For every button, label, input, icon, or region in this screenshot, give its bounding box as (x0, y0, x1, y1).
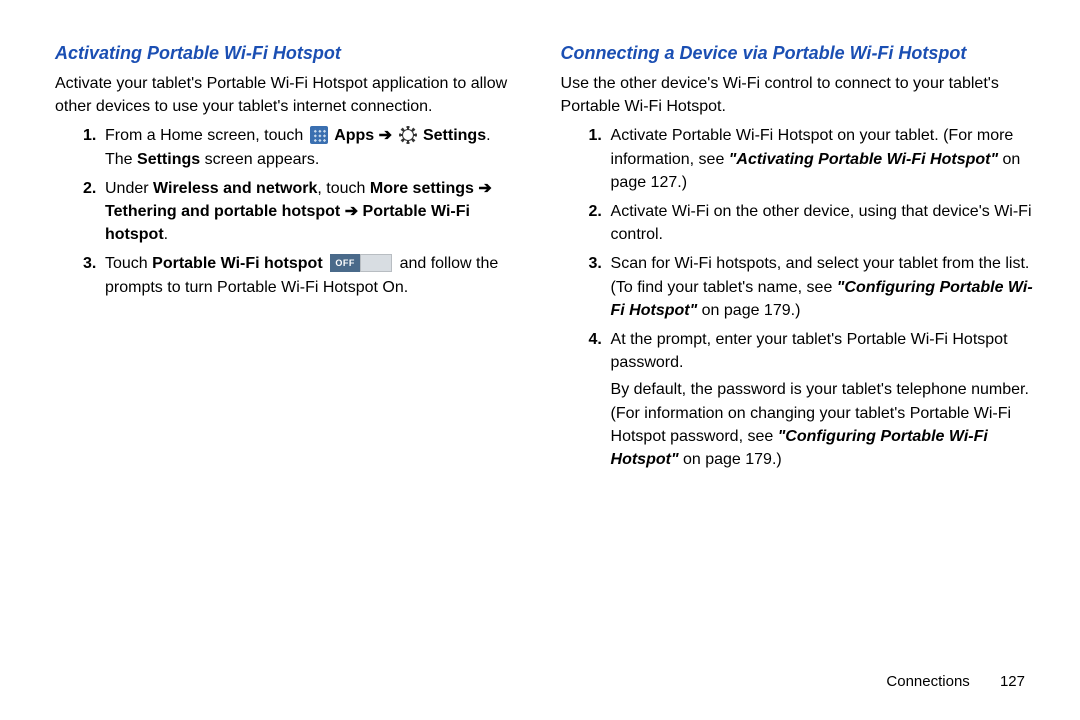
page-footer: Connections 127 (886, 673, 1025, 690)
arrow-icon: ➔ (379, 127, 397, 144)
off-toggle-icon: OFF (330, 254, 392, 272)
step-text: At the prompt, enter your tablet's Porta… (611, 328, 1040, 471)
step-subtext: By default, the password is your tablet'… (611, 378, 1040, 471)
step-text: Activate Portable Wi-Fi Hotspot on your … (611, 124, 1040, 194)
left-intro: Activate your tablet's Portable Wi-Fi Ho… (55, 72, 521, 118)
right-intro: Use the other device's Wi-Fi control to … (561, 72, 1040, 118)
text: screen appears. (200, 151, 319, 168)
step-text: Touch Portable Wi-Fi hotspot OFF and fol… (105, 252, 521, 298)
footer-section: Connections (886, 673, 969, 690)
step-number: 4. (589, 328, 611, 471)
step-text: Under Wireless and network, touch More s… (105, 177, 521, 247)
apps-grid-icon (310, 126, 328, 144)
step-text: Scan for Wi-Fi hotspots, and select your… (611, 252, 1040, 322)
footer-page-number: 127 (1000, 673, 1025, 690)
left-list: 1. From a Home screen, touch Apps ➔ Sett… (55, 124, 521, 298)
text: Under (105, 180, 153, 197)
right-column: Connecting a Device via Portable Wi-Fi H… (561, 40, 1040, 477)
portable-wifi-hotspot-label: Portable Wi-Fi hotspot (152, 255, 323, 272)
left-heading: Activating Portable Wi-Fi Hotspot (55, 40, 521, 66)
text: on page 179.) (697, 302, 800, 319)
right-list: 1. Activate Portable Wi-Fi Hotspot on yo… (561, 124, 1040, 471)
text: Touch (105, 255, 152, 272)
text: , touch (317, 180, 369, 197)
wireless-network-label: Wireless and network (153, 180, 317, 197)
step-number: 3. (589, 252, 611, 322)
step-text: From a Home screen, touch Apps ➔ Setting… (105, 124, 521, 170)
cross-reference: "Activating Portable Wi-Fi Hotspot" (729, 151, 998, 168)
settings-label: Settings (423, 127, 486, 144)
settings-label-2: Settings (137, 151, 200, 168)
left-column: Activating Portable Wi-Fi Hotspot Activa… (55, 40, 521, 477)
off-toggle-knob (360, 254, 392, 272)
step-number: 2. (83, 177, 105, 247)
list-item: 1. Activate Portable Wi-Fi Hotspot on yo… (589, 124, 1040, 194)
list-item: 2. Under Wireless and network, touch Mor… (83, 177, 521, 247)
text: on page 179.) (679, 451, 782, 468)
text: . (164, 226, 168, 243)
apps-label: Apps (334, 127, 374, 144)
list-item: 1. From a Home screen, touch Apps ➔ Sett… (83, 124, 521, 170)
list-item: 4. At the prompt, enter your tablet's Po… (589, 328, 1040, 471)
step-number: 1. (83, 124, 105, 170)
step-number: 1. (589, 124, 611, 194)
right-heading: Connecting a Device via Portable Wi-Fi H… (561, 40, 1040, 66)
text: At the prompt, enter your tablet's Porta… (611, 331, 1008, 371)
step-text: Activate Wi-Fi on the other device, usin… (611, 200, 1040, 246)
list-item: 3. Scan for Wi-Fi hotspots, and select y… (589, 252, 1040, 322)
off-toggle-text: OFF (330, 254, 360, 272)
list-item: 3. Touch Portable Wi-Fi hotspot OFF and … (83, 252, 521, 298)
settings-gear-icon (399, 126, 417, 144)
list-item: 2. Activate Wi-Fi on the other device, u… (589, 200, 1040, 246)
step-number: 2. (589, 200, 611, 246)
step-number: 3. (83, 252, 105, 298)
text: From a Home screen, touch (105, 127, 308, 144)
